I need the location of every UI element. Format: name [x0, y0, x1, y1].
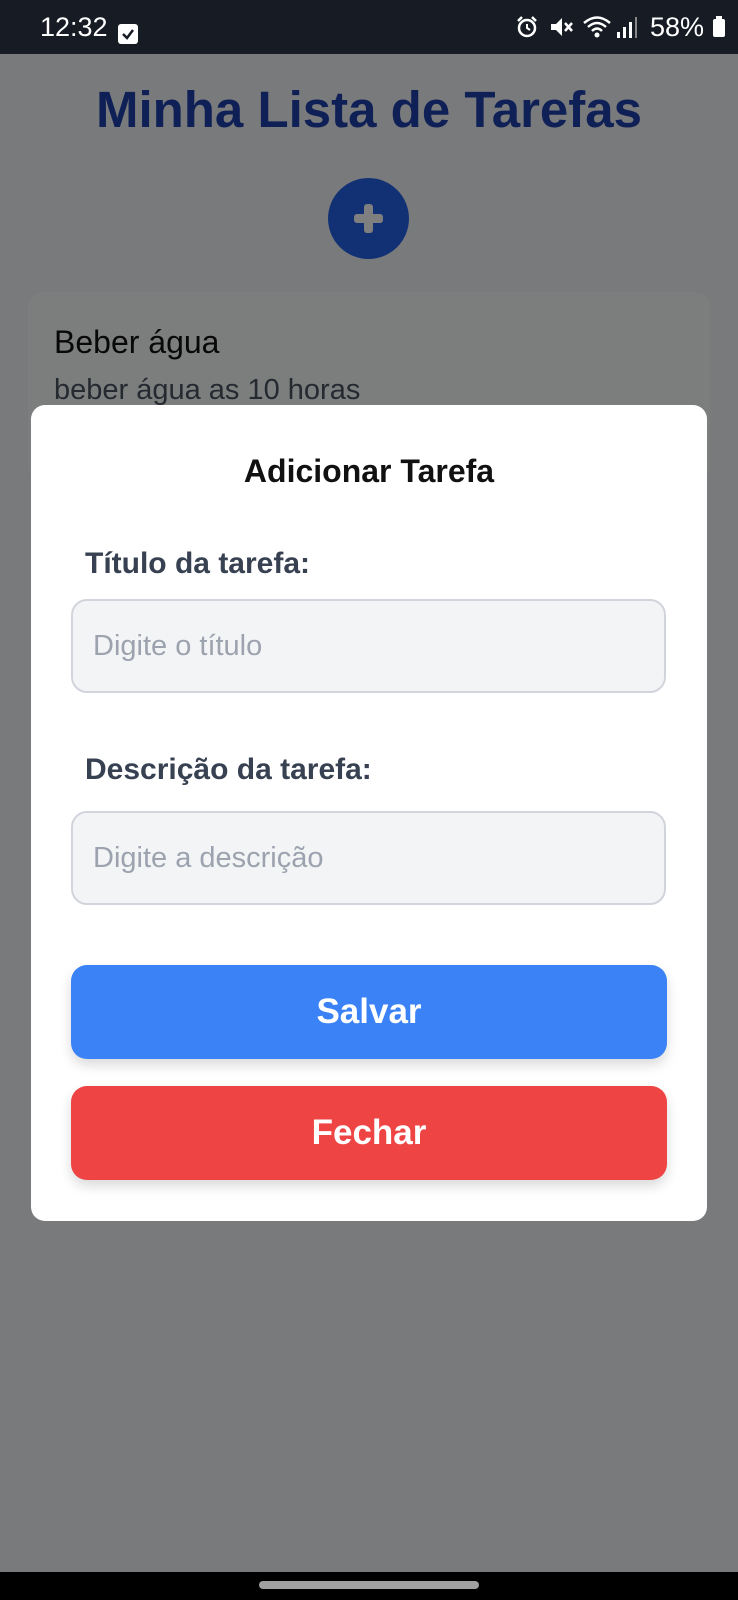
signal-icon [616, 14, 642, 40]
modal-title: Adicionar Tarefa [243, 453, 495, 489]
battery-icon [712, 16, 726, 38]
close-button[interactable]: Fechar [71, 1086, 667, 1180]
battery-percentage: 58% [649, 12, 704, 42]
home-indicator[interactable] [259, 1581, 479, 1589]
description-input[interactable] [71, 811, 666, 905]
description-field-label: Descrição da tarefa: [85, 753, 372, 786]
checkbox-notification-icon [118, 24, 138, 44]
title-field-label: Título da tarefa: [85, 547, 311, 580]
mute-icon [548, 14, 574, 40]
phone-screen: 12:32 58% Minha Lista de Tarefas [0, 0, 738, 1600]
alarm-icon [514, 14, 540, 40]
status-icons: 58% [514, 10, 726, 44]
status-bar: 12:32 58% [0, 0, 738, 54]
wifi-icon [582, 14, 611, 40]
add-task-modal: Adicionar Tarefa Título da tarefa: Descr… [31, 405, 707, 1221]
save-button[interactable]: Salvar [71, 965, 667, 1059]
status-time: 12:32 [40, 12, 108, 42]
title-input[interactable] [71, 599, 666, 693]
navigation-bar [0, 1572, 738, 1600]
